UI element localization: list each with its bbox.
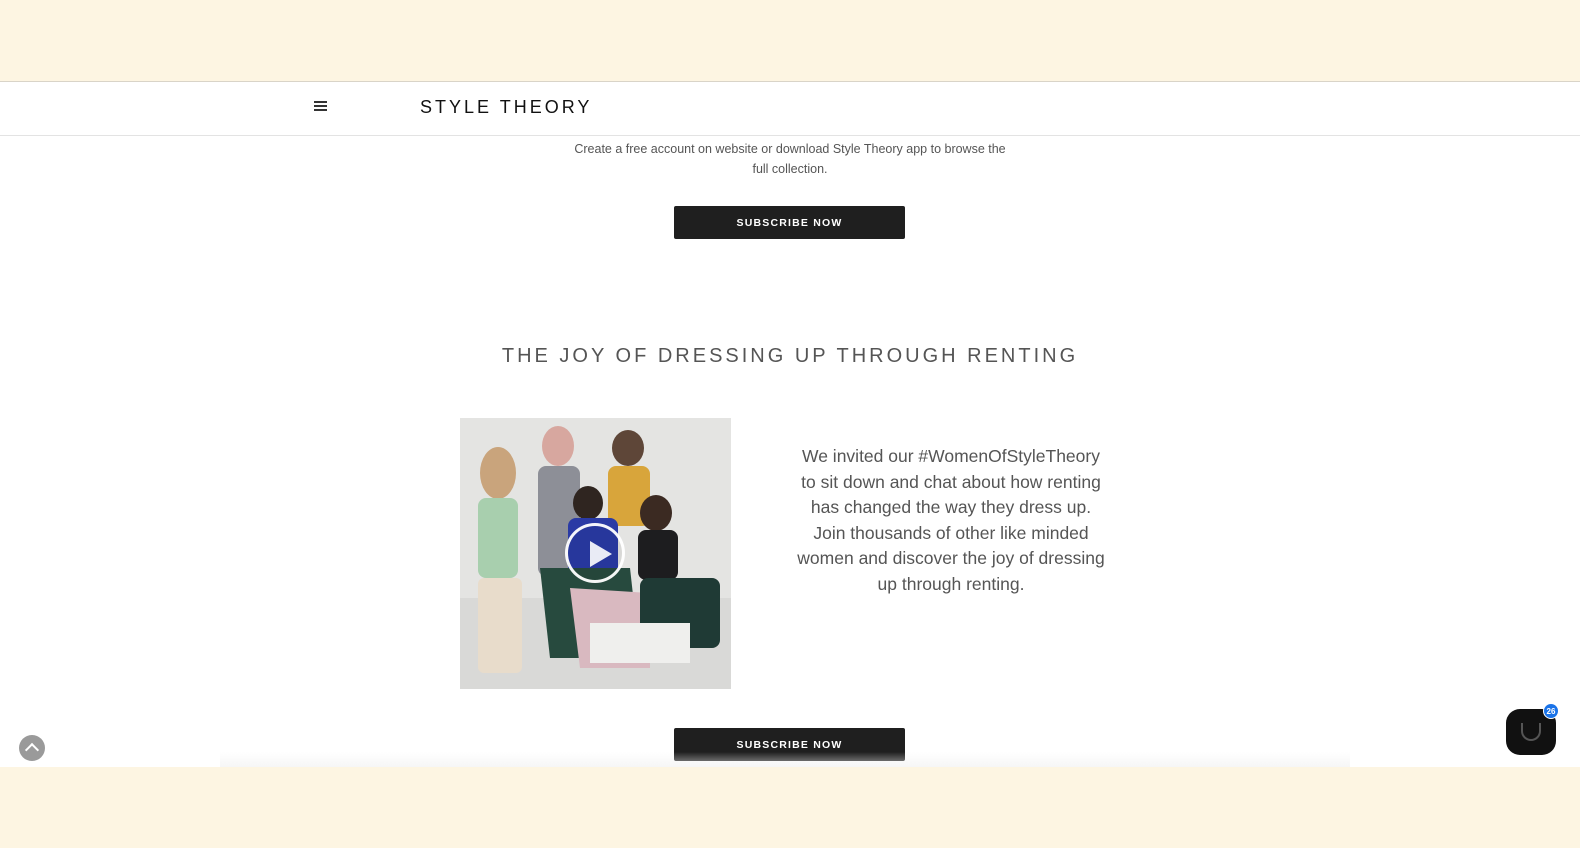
video-thumbnail[interactable] [460, 418, 731, 689]
brand-logo[interactable]: STYLE THEORY [420, 97, 592, 118]
top-banner [0, 0, 1580, 82]
footer-shadow [220, 752, 1350, 767]
scroll-to-top-icon[interactable] [19, 735, 45, 761]
section-title: THE JOY OF DRESSING UP THROUGH RENTING [501, 345, 1079, 367]
navbar [0, 83, 1580, 136]
play-icon[interactable] [565, 523, 625, 583]
intro-text: Create a free account on website or down… [574, 142, 1006, 176]
chat-notification-badge: 26 [1543, 703, 1559, 719]
section-description: We invited our #WomenOfStyleTheory to si… [797, 446, 1105, 594]
chat-smile-icon [1521, 723, 1541, 741]
hamburger-menu-icon[interactable] [314, 101, 330, 115]
bottom-banner [0, 767, 1580, 848]
subscribe-now-button-top[interactable]: SUBSCRIBE NOW [674, 206, 905, 239]
